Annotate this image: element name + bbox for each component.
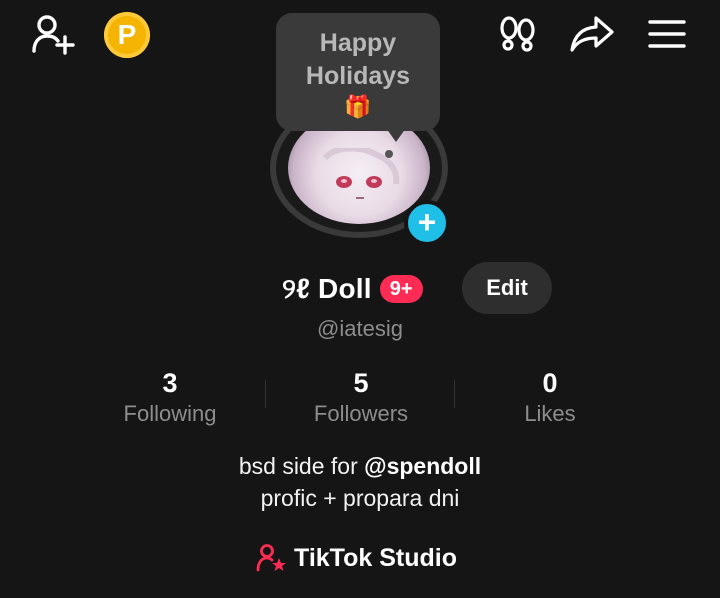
tiktok-studio-link[interactable]: TikTok Studio (256, 540, 457, 576)
gift-icon: 🎁 (344, 94, 372, 119)
stat-divider (454, 380, 455, 408)
add-friend-icon[interactable] (30, 12, 78, 56)
followers-count: 5 (353, 368, 369, 398)
stat-followers[interactable]: 5 Followers (271, 366, 451, 428)
bio-line1: bsd side for @spendoll (0, 450, 720, 482)
stat-following[interactable]: 3 Following (80, 366, 260, 428)
studio-icon (256, 544, 286, 572)
display-name: Doll (318, 273, 372, 304)
likes-label: Likes (524, 401, 576, 426)
studio-label: TikTok Studio (294, 543, 457, 572)
plus-icon: + (417, 204, 437, 240)
name-row: ୨ℓ Doll 9+ (282, 264, 423, 314)
footprint-icon[interactable] (496, 14, 540, 54)
display-name-prefix: ୨ℓ (282, 272, 311, 304)
edit-profile-button[interactable]: Edit (462, 262, 552, 314)
holiday-tooltip[interactable]: Happy Holidays 🎁 (276, 13, 440, 131)
username: @iatesig (317, 316, 403, 341)
share-icon[interactable] (568, 14, 616, 54)
stat-divider (265, 380, 266, 408)
add-photo-button[interactable]: + (404, 200, 450, 246)
coin-icon[interactable]: P (104, 12, 150, 58)
likes-count: 0 (542, 368, 558, 398)
notification-badge[interactable]: 9+ (379, 275, 423, 303)
tooltip-line2: Holidays (305, 62, 411, 90)
following-label: Following (123, 401, 217, 426)
tooltip-line1: Happy (319, 29, 397, 57)
bio-line1-text: bsd side for (238, 453, 365, 479)
coin-letter: P (117, 19, 137, 50)
following-count: 3 (162, 368, 178, 398)
bio-line2: profic + propara dni (260, 485, 460, 511)
tooltip-tail (386, 128, 406, 142)
menu-icon[interactable] (646, 18, 688, 50)
followers-label: Followers (313, 401, 409, 426)
bio-mention-link[interactable]: @spendoll (364, 453, 481, 479)
stat-likes[interactable]: 0 Likes (460, 366, 640, 428)
bio: bsd side for @spendoll profic + propara … (0, 450, 720, 514)
tooltip-dot (385, 150, 393, 158)
profile-screen: P + Happy Holidays 🎁 ୨ℓ Doll 9+ Edit @ia… (0, 0, 720, 598)
